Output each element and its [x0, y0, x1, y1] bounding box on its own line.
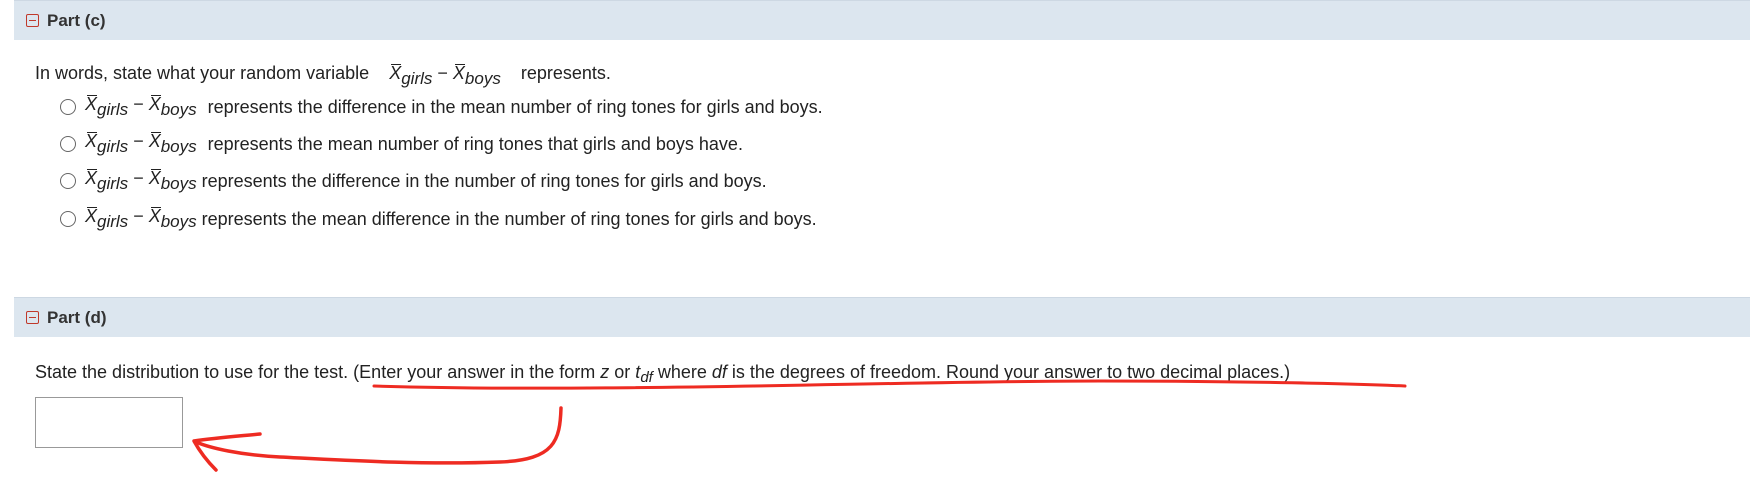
- part-d-header[interactable]: Part (d): [14, 297, 1750, 337]
- radio-button[interactable]: [60, 173, 76, 189]
- part-c-question: In words, state what your random variabl…: [35, 63, 611, 88]
- option-expression: Xgirls − Xboys: [85, 94, 197, 119]
- distribution-answer-input[interactable]: [35, 397, 183, 448]
- part-d-title: Part (d): [47, 307, 107, 327]
- radio-button[interactable]: [60, 99, 76, 115]
- curved-arrow-annotation: [194, 406, 563, 465]
- option-expression: Xgirls − Xboys: [85, 206, 197, 231]
- option-4[interactable]: Xgirls − Xboys represents the mean differe…: [60, 206, 817, 232]
- option-3[interactable]: Xgirls − Xboys represents the difference i…: [60, 168, 767, 194]
- part-c-header[interactable]: Part (c): [14, 0, 1750, 40]
- left-margin: [0, 0, 14, 496]
- option-text: represents the mean number of ring tones…: [207, 133, 743, 154]
- option-text: represents the mean difference in the nu…: [201, 208, 817, 229]
- option-text: represents the difference in the number …: [201, 170, 767, 191]
- arrow-head-annotation: [192, 432, 262, 472]
- part-d-question: State the distribution to use for the te…: [35, 362, 1291, 386]
- random-variable-expression: Xgirls − Xboys: [389, 63, 501, 88]
- radio-button[interactable]: [60, 136, 76, 152]
- option-expression: Xgirls − Xboys: [85, 131, 197, 156]
- option-expression: Xgirls − Xboys: [85, 168, 197, 193]
- radio-button[interactable]: [60, 211, 76, 227]
- collapse-icon[interactable]: [26, 14, 39, 27]
- option-2[interactable]: Xgirls − Xboys represents the mean number …: [60, 131, 743, 157]
- option-1[interactable]: Xgirls − Xboys represents the difference i…: [60, 94, 823, 120]
- collapse-icon[interactable]: [26, 311, 39, 324]
- part-c-title: Part (c): [47, 10, 106, 30]
- option-text: represents the difference in the mean nu…: [207, 96, 823, 117]
